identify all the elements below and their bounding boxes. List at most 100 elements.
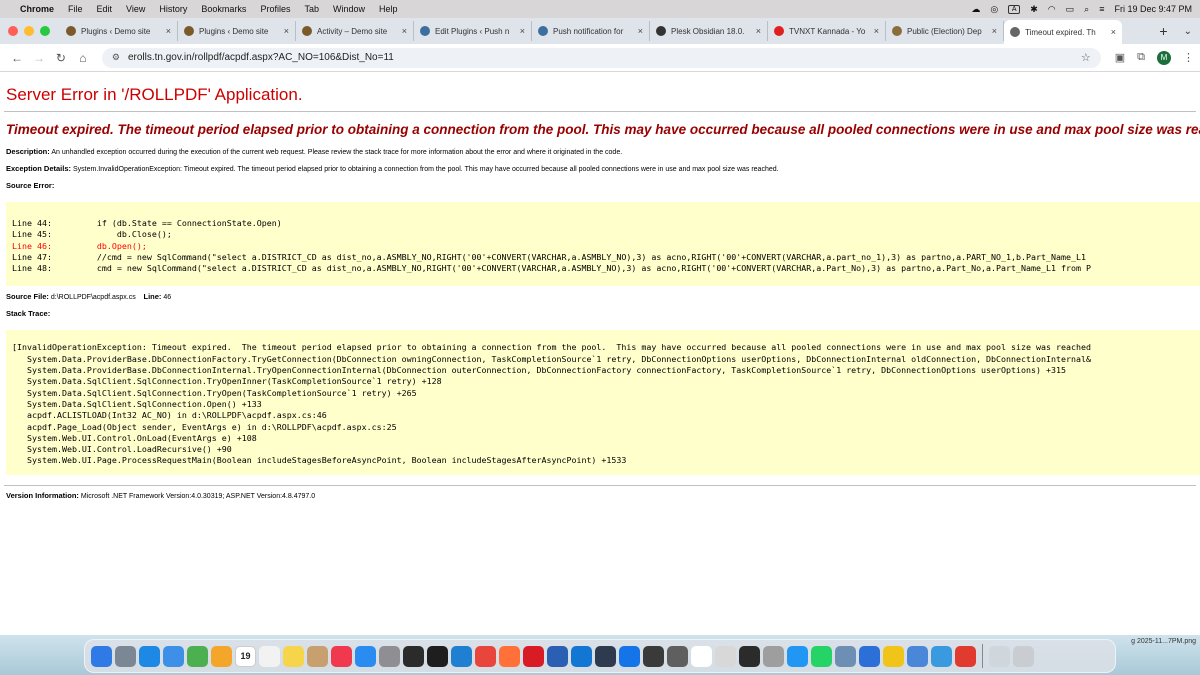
browser-tab[interactable]: Timeout expired. Th ×: [1004, 20, 1122, 44]
desktop-file-label[interactable]: g 2025-11...7PM.png: [1131, 638, 1196, 645]
outlook-icon[interactable]: [571, 645, 592, 667]
browser-tab[interactable]: Edit Plugins ‹ Push n ×: [414, 21, 532, 41]
tab-close-icon[interactable]: ×: [638, 26, 643, 36]
browser-tab[interactable]: TVNXT Kannada - Yo ×: [768, 21, 886, 41]
firefox-icon[interactable]: [499, 645, 520, 667]
whatsapp-icon[interactable]: [811, 645, 832, 667]
printer-icon[interactable]: [763, 645, 784, 667]
tab-close-icon[interactable]: ×: [756, 26, 761, 36]
extensions-icon[interactable]: ⧉: [1137, 51, 1145, 64]
browser-tab[interactable]: Push notification for ×: [532, 21, 650, 41]
spotlight-search-icon[interactable]: ⌕: [1084, 4, 1089, 15]
maximize-window-button[interactable]: [40, 26, 50, 36]
trash-icon[interactable]: [1013, 645, 1034, 667]
opera-icon[interactable]: [523, 645, 544, 667]
tab-search-chevron-icon[interactable]: ⌄: [1176, 26, 1200, 37]
maps-icon[interactable]: [187, 645, 208, 667]
menu-profiles[interactable]: Profiles: [260, 4, 290, 14]
forward-button[interactable]: →: [28, 51, 50, 65]
help-icon[interactable]: [715, 645, 736, 667]
bookmark-star-icon[interactable]: ☆: [1081, 51, 1091, 64]
cloud-icon[interactable]: ☁: [971, 4, 980, 15]
menu-file[interactable]: File: [68, 4, 83, 14]
reload-button[interactable]: ↻: [50, 51, 72, 65]
launchpad-icon[interactable]: [115, 645, 136, 667]
vscode-icon[interactable]: [451, 645, 472, 667]
menu-history[interactable]: History: [159, 4, 187, 14]
xcode-icon[interactable]: [619, 645, 640, 667]
anydesk-icon[interactable]: [595, 645, 616, 667]
notes-icon[interactable]: [283, 645, 304, 667]
tab-title: Activity – Demo site: [317, 26, 388, 36]
music-icon[interactable]: [331, 645, 352, 667]
calendar-icon[interactable]: 19: [235, 645, 256, 667]
chrome-icon[interactable]: [475, 645, 496, 667]
disk-utility-icon[interactable]: [835, 645, 856, 667]
app-store-icon[interactable]: [355, 645, 376, 667]
input-source-indicator[interactable]: A: [1008, 4, 1021, 14]
browser-tab[interactable]: Activity – Demo site ×: [296, 21, 414, 41]
downloads-icon[interactable]: [989, 645, 1010, 667]
minimize-window-button[interactable]: [24, 26, 34, 36]
tab-close-icon[interactable]: ×: [284, 26, 289, 36]
tab-close-icon[interactable]: ×: [402, 26, 407, 36]
home-button[interactable]: ⌂: [72, 51, 94, 65]
menubar-clock[interactable]: Fri 19 Dec 9:47 PM: [1114, 4, 1192, 14]
profile-avatar[interactable]: M: [1156, 50, 1171, 65]
battery-icon[interactable]: ▭: [1066, 4, 1075, 15]
activity-monitor-icon[interactable]: [403, 645, 424, 667]
terminal-icon[interactable]: [427, 645, 448, 667]
browser-tab[interactable]: Plugins ‹ Demo site ×: [178, 21, 296, 41]
freeform-icon[interactable]: [691, 645, 712, 667]
menu-app-name[interactable]: Chrome: [20, 4, 54, 14]
tab-close-icon[interactable]: ×: [992, 26, 997, 36]
notes-app-icon[interactable]: [883, 645, 904, 667]
word-icon[interactable]: [547, 645, 568, 667]
menu-bookmarks[interactable]: Bookmarks: [201, 4, 246, 14]
control-center-icon[interactable]: ≡: [1099, 4, 1104, 14]
system-settings-icon[interactable]: [379, 645, 400, 667]
reminders-icon[interactable]: [259, 645, 280, 667]
back-button[interactable]: ←: [6, 51, 28, 65]
print-video-icon[interactable]: [787, 645, 808, 667]
browser-menu-icon[interactable]: ⋮: [1183, 51, 1194, 64]
font-book-icon[interactable]: [859, 645, 880, 667]
wifi-icon[interactable]: ◠: [1048, 4, 1056, 15]
sync-icon[interactable]: ◎: [990, 4, 998, 15]
source-file-path: d:\ROLLPDF\acpdf.aspx.cs: [50, 294, 136, 302]
close-window-button[interactable]: [8, 26, 18, 36]
browser-tab[interactable]: Plugins ‹ Demo site ×: [60, 21, 178, 41]
stack-trace-line: [InvalidOperationException: Timeout expi…: [12, 342, 1091, 353]
photos-icon[interactable]: [211, 645, 232, 667]
vpn-icon[interactable]: [643, 645, 664, 667]
mail-icon[interactable]: [163, 645, 184, 667]
address-bar[interactable]: ⚙ erolls.tn.gov.in/rollpdf/acpdf.aspx?AC…: [101, 47, 1101, 68]
tab-close-icon[interactable]: ×: [874, 26, 879, 36]
tab-close-icon[interactable]: ×: [520, 26, 525, 36]
browser-tab[interactable]: Plesk Obsidian 18.0. ×: [650, 21, 768, 41]
bluetooth-icon[interactable]: ✱: [1030, 4, 1038, 15]
source-line: Line 44: if (db.State == ConnectionState…: [12, 218, 282, 228]
source-line: Line 45: db.Close();: [12, 229, 172, 240]
finder-window-icon[interactable]: [931, 645, 952, 667]
menu-tab[interactable]: Tab: [304, 4, 319, 14]
console-icon[interactable]: [739, 645, 760, 667]
finder-icon[interactable]: [91, 645, 112, 667]
network-icon[interactable]: [907, 645, 928, 667]
tab-close-icon[interactable]: ×: [166, 26, 171, 36]
contacts-icon[interactable]: [307, 645, 328, 667]
menu-help[interactable]: Help: [379, 4, 398, 14]
version-info-label: Version Information:: [6, 490, 79, 500]
tab-close-icon[interactable]: ×: [1111, 27, 1116, 37]
calculator-icon[interactable]: [667, 645, 688, 667]
menu-edit[interactable]: Edit: [97, 4, 113, 14]
menu-window[interactable]: Window: [333, 4, 365, 14]
address-url[interactable]: erolls.tn.gov.in/rollpdf/acpdf.aspx?AC_N…: [128, 52, 394, 63]
acrobat-icon[interactable]: [955, 645, 976, 667]
safari-icon[interactable]: [139, 645, 160, 667]
browser-tab[interactable]: Public (Election) Dep ×: [886, 21, 1004, 41]
site-info-icon[interactable]: ⚙: [112, 52, 120, 63]
new-tab-button[interactable]: +: [1151, 23, 1175, 39]
cast-icon[interactable]: ▣: [1115, 51, 1125, 64]
menu-view[interactable]: View: [126, 4, 145, 14]
